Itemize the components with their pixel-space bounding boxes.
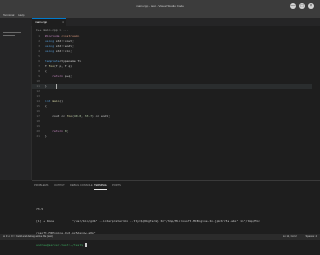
code-token: ; [66,129,69,133]
code-token: ) << endl; [92,114,111,118]
window-title: main.cpp - test - Visual Studio Code [136,4,184,8]
code-token: using [45,49,55,53]
terminal-cursor [84,243,87,247]
code-token: () [59,99,64,103]
menu-item-help[interactable]: Help [18,13,24,17]
code-token: #include [45,34,60,38]
terminal-prompt: andrew@server-test:~/test$ [36,243,85,247]
code-token: (T p, T q) [54,64,73,68]
code-editor[interactable]: C++ main.cpp > ... 1 #include <iostream> 2… [32,26,320,180]
code-token: <typename T> [59,59,82,63]
code-text: } [45,134,47,139]
code-token: std::cin; [54,49,73,53]
tab-ports[interactable]: PORTS [112,183,121,189]
code-token: return [45,129,64,133]
code-token: 33.7 [84,114,93,118]
code-token: cout << [45,114,67,118]
tab-problems[interactable]: PROBLEMS [34,183,48,189]
close-icon[interactable]: × [62,19,64,26]
maximize-button[interactable]: □ [299,3,305,9]
editor-tab-strip: main.cpp × [0,18,320,26]
tab-debug-console[interactable]: DEBUG CONSOLE [70,183,93,189]
terminal-line: [1] + Done "/usr/bin/gdb" --interpreter=… [36,219,260,223]
code-token: { [45,69,47,73]
side-panel [0,26,32,180]
tab-label: main.cpp [35,20,48,24]
breadcrumb[interactable]: C++ main.cpp > ... [36,28,69,32]
code-token: } [45,84,47,88]
code-token: std::endl; [54,44,74,48]
status-right: Ln 11, Col 2 Spaces: 4 [275,234,317,240]
code-line[interactable]: 21} [32,134,312,139]
cursor-position[interactable]: Ln 11, Col 2 [283,235,297,238]
tab-main-cpp[interactable]: main.cpp × [32,18,66,26]
status-bar: ⊗ 0 ⚠ 0 ⚐ build and debug active file (t… [0,234,320,240]
indentation[interactable]: Spaces: 4 [305,235,317,238]
code-token: p+q; [63,74,73,78]
code-token: } [45,134,47,138]
side-panel-line [3,35,15,36]
tab-output[interactable]: OUTPUT [54,183,65,189]
tab-terminal[interactable]: TERMINAL [94,183,108,190]
terminal[interactable]: 73.5 [1] + Done "/usr/bin/gdb" --interpr… [36,191,316,255]
terminal-prompt-line[interactable]: andrew@server-test:~/test$ [36,243,316,247]
minimize-button[interactable]: — [290,3,296,9]
menu-item-terminal[interactable]: Terminal [3,13,14,17]
line-number: 21 [36,134,40,138]
close-button[interactable]: × [308,3,314,9]
code-token: <iostream> [59,34,80,38]
code-token: { [45,104,47,108]
title-bar: main.cpp - test - Visual Studio Code — □… [0,0,320,12]
code-token: return [45,74,64,78]
code-token: template [45,59,60,63]
code-token: using [45,39,55,43]
status-left[interactable]: ⊗ 0 ⚠ 0 ⚐ build and debug active file (t… [3,234,53,240]
terminal-line: 73.5 [36,207,44,211]
side-panel-line [3,32,21,33]
code-token: std::cout; [54,39,74,43]
bottom-panel: PROBLEMS OUTPUT DEBUG CONSOLE TERMINAL P… [32,180,320,247]
code-token: using [45,44,55,48]
